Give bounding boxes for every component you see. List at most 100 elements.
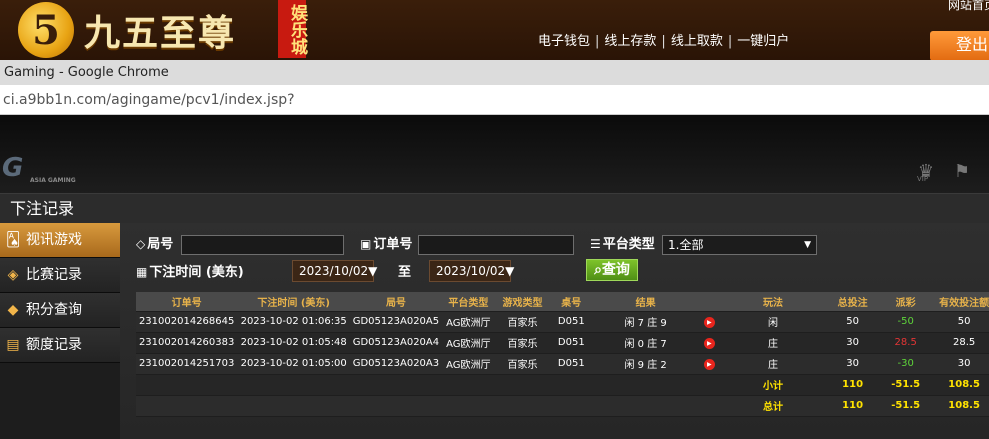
platform-select[interactable]: 1.全部 ▼ [662,235,817,255]
query-button-label: 查询 [601,262,630,278]
cell-payout: -50 [879,311,933,333]
sidebar-item-label: 比赛记录 [26,266,82,283]
round-label-text: 局号 [147,237,174,252]
platform-select-value: 1.全部 [668,238,704,252]
col-bet-option: 玩法 [719,292,827,312]
cell-round: GD05123A020A4 [350,332,442,354]
clipboard-icon: ▣ [360,237,372,251]
main-panel: ◇ 局号 ▣ 订单号 ☰ 平台类型 1.全部 ▼ ▦ 下注时间 (美东) 2023/10… [120,223,989,439]
site-name: 九五至尊 [84,12,237,54]
cell-round: GD05123A020A3 [350,353,442,375]
nav-withdraw[interactable]: 线上取款 [671,34,723,49]
nav-separator: | [727,34,733,49]
date-to-value: 2023/10/02 [436,264,506,278]
platform-label-text: 平台类型 [602,237,655,252]
col-platform: 平台类型 [441,292,495,312]
tag-icon: ◇ [136,237,146,251]
total-valid: 108.5 [932,395,989,417]
nav-deposit[interactable]: 线上存款 [604,34,656,49]
date-from-picker[interactable]: 2023/10/02▼ [292,260,378,282]
site-tag: 娱乐城 [278,0,307,58]
date-to-picker[interactable]: 2023/10/02▼ [429,260,515,282]
table-row: 231002014268645 2023-10-02 01:06:35 GD05… [136,311,989,333]
site-home-link[interactable]: 网站首页 [948,0,989,13]
sidebar-item-label: 积分查询 [26,301,82,318]
col-table-no: 桌号 [550,292,593,312]
date-to-caret-icon: ▼ [505,264,515,278]
cell-order-id: 231002014268645 [136,311,238,333]
play-icon[interactable]: ▶ [703,358,715,370]
sidebar-item-points[interactable]: ◆ 积分查询 [0,293,120,328]
subtotal-bet: 110 [826,374,880,396]
total-spacer [136,395,720,417]
cell-replay[interactable]: ▶ [698,353,720,375]
play-icon[interactable]: ▶ [703,316,715,328]
cell-game-type: 百家乐 [494,353,551,375]
nav-consolidate[interactable]: 一键归户 [737,34,789,49]
cell-total-bet: 30 [826,353,880,375]
cell-valid-bet: 50 [932,311,989,333]
subtotal-spacer [136,374,720,396]
sidebar-item-label: 额度记录 [26,336,82,353]
logout-button[interactable]: 登出 [930,31,989,61]
page-title: 下注记录 [10,199,75,218]
query-button[interactable]: ⌕查询 [586,259,638,281]
nav-separator: | [595,34,600,49]
table-row: 231002014251703 2023-10-02 01:05:00 GD05… [136,353,989,375]
address-url: ci.a9bb1n.com/agingame/pcv1/index.jsp? [3,92,295,108]
col-payout: 派彩 [879,292,933,312]
order-label-text: 订单号 [373,237,413,252]
sidebar-item-match-records[interactable]: ◈ 比赛记录 [0,258,120,293]
subtotal-label: 小计 [719,374,827,396]
col-round: 局号 [350,292,442,312]
table-header-row: 订单号 下注时间 (美东) 局号 平台类型 游戏类型 桌号 结果 玩法 总投注 … [136,292,989,312]
subtotal-row: 小计 110 -51.5 108.5 [136,374,989,396]
diamond-icon: ◆ [7,302,19,318]
col-bet-time: 下注时间 (美东) [237,292,351,312]
sidebar: 🂡 视讯游戏 ◈ 比赛记录 ◆ 积分查询 ▤ 额度记录 [0,223,120,439]
subtotal-valid: 108.5 [932,374,989,396]
cell-bet-option: 庄 [719,353,827,375]
nav-separator: | [661,34,666,49]
vip-label: VIP [917,175,929,183]
order-input[interactable] [418,235,574,255]
document-icon: ▤ [6,337,20,353]
table-row: 231002014260383 2023-10-02 01:05:48 GD05… [136,332,989,354]
ag-logo: G [2,153,23,183]
cell-bet-option: 闲 [719,311,827,333]
cell-valid-bet: 28.5 [932,332,989,354]
cell-result: 闲 0 庄 7 [592,332,699,354]
total-label: 总计 [719,395,827,417]
cell-bet-time: 2023-10-02 01:06:35 [237,311,351,333]
platform-label: ☰ 平台类型 [590,233,655,252]
time-label: ▦ 下注时间 (美东) [136,261,244,280]
address-bar[interactable]: ci.a9bb1n.com/agingame/pcv1/index.jsp? [0,85,989,115]
col-game-type: 游戏类型 [494,292,551,312]
ticket-icon: ◈ [7,267,19,283]
round-input[interactable] [181,235,344,255]
sidebar-item-live-games[interactable]: 🂡 视讯游戏 [0,223,120,258]
play-icon[interactable]: ▶ [703,337,715,349]
cell-bet-time: 2023-10-02 01:05:00 [237,353,351,375]
cell-table-no: D051 [550,311,593,333]
cell-replay[interactable]: ▶ [698,332,720,354]
sidebar-item-credit-records[interactable]: ▤ 额度记录 [0,328,120,363]
col-result: 结果 [592,292,699,312]
col-replay [698,292,720,312]
nav-ewallet[interactable]: 电子钱包 [538,34,590,49]
site-logo-icon[interactable]: 5 [18,2,74,58]
cell-bet-option: 庄 [719,332,827,354]
cell-bet-time: 2023-10-02 01:05:48 [237,332,351,354]
browser-title: Gaming - Google Chrome [4,65,169,80]
browser-title-bar: Gaming - Google Chrome [0,60,989,85]
date-from-caret-icon: ▼ [368,264,378,278]
cell-replay[interactable]: ▶ [698,311,720,333]
site-nav: 电子钱包 | 线上存款 | 线上取款 | 一键归户 [538,30,789,49]
cell-platform: AG欧洲厅 [441,353,495,375]
total-row: 总计 110 -51.5 108.5 [136,395,989,417]
col-order-id: 订单号 [136,292,238,312]
search-icon: ⌕ [594,262,602,278]
cell-total-bet: 30 [826,332,880,354]
flag-icon[interactable]: ⚑ [951,161,973,183]
sidebar-item-label: 视讯游戏 [26,231,82,248]
